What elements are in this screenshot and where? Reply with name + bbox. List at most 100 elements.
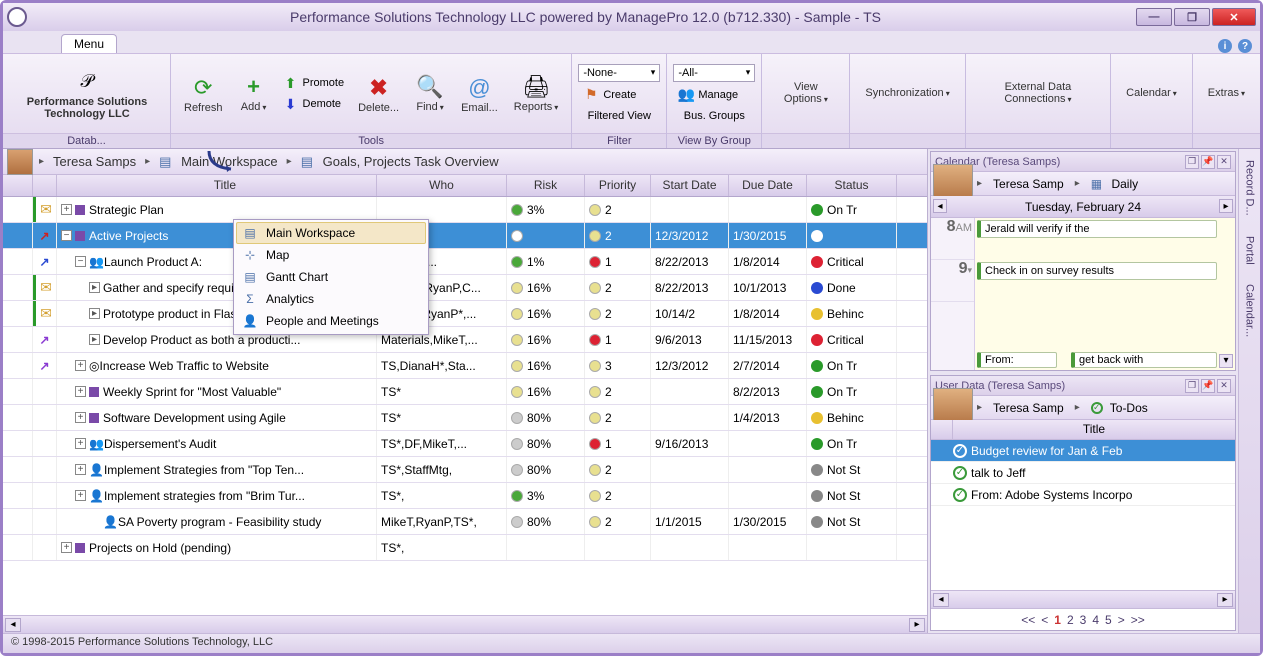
email-button[interactable]: @ Email... bbox=[454, 71, 505, 117]
help-icon[interactable]: ? bbox=[1238, 39, 1252, 53]
row-title[interactable]: +👤 Implement Strategies from "Top Ten... bbox=[57, 457, 377, 482]
row-title[interactable]: +Software Development using Agile bbox=[57, 405, 377, 430]
col-start-date[interactable]: Start Date bbox=[651, 175, 729, 196]
tree-toggle[interactable]: ▸ bbox=[89, 334, 100, 345]
tree-toggle[interactable]: + bbox=[75, 360, 86, 371]
grid-row[interactable]: 👤 SA Poverty program - Feasibility study… bbox=[3, 509, 927, 535]
pager-page-3[interactable]: 3 bbox=[1080, 613, 1087, 627]
todo-row[interactable]: ✓talk to Jeff bbox=[931, 462, 1235, 484]
side-tab-record[interactable]: Record D... bbox=[1241, 153, 1259, 223]
pager-prev[interactable]: < bbox=[1041, 613, 1048, 627]
grid-row[interactable]: ✉+Strategic Plan3%2On Tr bbox=[3, 197, 927, 223]
horizontal-scrollbar[interactable]: ◂ ▸ bbox=[3, 615, 927, 633]
panel-close-button[interactable]: ✕ bbox=[1217, 155, 1231, 169]
row-title[interactable]: +👤 Implement strategies from "Brim Tur..… bbox=[57, 483, 377, 508]
row-title[interactable]: +◎ Increase Web Traffic to Website bbox=[57, 353, 377, 378]
panel-close-button[interactable]: ✕ bbox=[1217, 379, 1231, 393]
tree-toggle[interactable]: + bbox=[75, 412, 86, 423]
row-title[interactable]: +Projects on Hold (pending) bbox=[57, 535, 377, 560]
tree-toggle[interactable]: + bbox=[75, 438, 86, 449]
scroll-right-button[interactable]: ▸ bbox=[909, 618, 925, 632]
close-button[interactable]: ✕ bbox=[1212, 8, 1256, 26]
grid-row[interactable]: +Projects on Hold (pending)TS*, bbox=[3, 535, 927, 561]
panel-pin-button[interactable]: 📌 bbox=[1201, 379, 1215, 393]
todo-row[interactable]: ✓Budget review for Jan & Feb bbox=[931, 440, 1235, 462]
calendar-prev-button[interactable]: ◂ bbox=[933, 199, 947, 213]
tree-toggle[interactable]: + bbox=[61, 204, 72, 215]
tree-toggle[interactable]: + bbox=[75, 464, 86, 475]
delete-button[interactable]: ✖ Delete... bbox=[351, 71, 406, 117]
ctx-item-analytics[interactable]: ΣAnalytics bbox=[236, 288, 426, 310]
breadcrumb-arrow-icon[interactable]: ▸ bbox=[37, 156, 46, 167]
calendar-event[interactable]: Check in on survey results bbox=[977, 262, 1217, 280]
tree-toggle[interactable]: − bbox=[75, 256, 86, 267]
row-title[interactable]: +Weekly Sprint for "Most Valuable" bbox=[57, 379, 377, 404]
todo-row[interactable]: ✓From: Adobe Systems Incorpo bbox=[931, 484, 1235, 506]
tree-toggle[interactable]: ▸ bbox=[89, 308, 100, 319]
tree-toggle[interactable]: + bbox=[61, 542, 72, 553]
grid-row[interactable]: +Weekly Sprint for "Most Valuable"TS*16%… bbox=[3, 379, 927, 405]
pager-last[interactable]: >> bbox=[1131, 613, 1145, 627]
find-button[interactable]: 🔍 Find▾ bbox=[408, 70, 452, 117]
filter-select[interactable]: -None-▾ bbox=[578, 64, 660, 82]
grid-row[interactable]: +👤 Implement strategies from "Brim Tur..… bbox=[3, 483, 927, 509]
pager-page-2[interactable]: 2 bbox=[1067, 613, 1074, 627]
grid-row[interactable]: ↗+◎ Increase Web Traffic to WebsiteTS,Di… bbox=[3, 353, 927, 379]
synchronization-button[interactable]: Synchronization▾ bbox=[856, 66, 958, 121]
col-who[interactable]: Who bbox=[377, 175, 507, 196]
demote-button[interactable]: ⬇Demote bbox=[278, 94, 350, 114]
calendar-bc-view[interactable]: ▦ Daily bbox=[1084, 176, 1145, 192]
calendar-event-stub[interactable]: From: bbox=[977, 352, 1057, 368]
group-select[interactable]: -All-▾ bbox=[673, 64, 755, 82]
view-options-button[interactable]: View Options▾ bbox=[768, 60, 843, 127]
grid-row[interactable]: +👥 Dispersement's AuditTS*,DF,MikeT,...8… bbox=[3, 431, 927, 457]
userdata-col-title[interactable]: Title bbox=[953, 420, 1235, 439]
reports-button[interactable]: 🖨 Reports▾ bbox=[507, 70, 566, 117]
panel-restore-button[interactable]: ❐ bbox=[1185, 379, 1199, 393]
calendar-event[interactable]: Jerald will verify if the bbox=[977, 220, 1217, 238]
col-title[interactable]: Title bbox=[57, 175, 377, 196]
promote-button[interactable]: ⬆Promote bbox=[278, 73, 350, 93]
info-icon[interactable]: i bbox=[1218, 39, 1232, 53]
menu-tab[interactable]: Menu bbox=[61, 34, 117, 53]
calendar-button[interactable]: Calendar▾ bbox=[1117, 66, 1186, 121]
grid-row[interactable]: ↗−👥 Launch Product A:MariaS*,...1%18/22/… bbox=[3, 249, 927, 275]
external-data-button[interactable]: External Data Connections▾ bbox=[972, 66, 1104, 121]
row-title[interactable]: 👤 SA Poverty program - Feasibility study bbox=[57, 509, 377, 534]
grid-row[interactable]: +👤 Implement Strategies from "Top Ten...… bbox=[3, 457, 927, 483]
col-risk[interactable]: Risk bbox=[507, 175, 585, 196]
pager-first[interactable]: << bbox=[1021, 613, 1035, 627]
breadcrumb-workspace[interactable]: ▤ Main Workspace bbox=[152, 153, 285, 171]
calendar-scroll-down-button[interactable]: ▾ bbox=[1219, 354, 1233, 368]
pager-next[interactable]: > bbox=[1118, 613, 1125, 627]
breadcrumb-arrow-icon[interactable]: ▸ bbox=[285, 156, 294, 167]
scroll-left-button[interactable]: ◂ bbox=[5, 618, 21, 632]
grid-body[interactable]: ▤Main Workspace ⊹Map ▤Gantt Chart ΣAnaly… bbox=[3, 197, 927, 615]
tree-toggle[interactable]: + bbox=[75, 490, 86, 501]
col-due-date[interactable]: Due Date bbox=[729, 175, 807, 196]
grid-row[interactable]: +Software Development using AgileTS*80%2… bbox=[3, 405, 927, 431]
manage-groups-button[interactable]: 👥Manage bbox=[673, 85, 743, 105]
pager-page-4[interactable]: 4 bbox=[1092, 613, 1099, 627]
minimize-button[interactable]: — bbox=[1136, 8, 1172, 26]
filter-create-button[interactable]: ⚑Create bbox=[578, 85, 641, 105]
side-tab-portal[interactable]: Portal bbox=[1241, 229, 1259, 272]
pager-page-1[interactable]: 1 bbox=[1054, 613, 1061, 627]
refresh-button[interactable]: ⟳ Refresh bbox=[177, 71, 230, 117]
ctx-item-map[interactable]: ⊹Map bbox=[236, 244, 426, 266]
user-data-grid-body[interactable]: ✓Budget review for Jan & Feb✓talk to Jef… bbox=[931, 440, 1235, 590]
calendar-next-button[interactable]: ▸ bbox=[1219, 199, 1233, 213]
breadcrumb-arrow-icon[interactable]: ▸ bbox=[143, 156, 152, 167]
panel-restore-button[interactable]: ❐ bbox=[1185, 155, 1199, 169]
breadcrumb-view[interactable]: ▤ Goals, Projects Task Overview bbox=[294, 153, 506, 171]
col-priority[interactable]: Priority bbox=[585, 175, 651, 196]
pager-page-5[interactable]: 5 bbox=[1105, 613, 1112, 627]
ctx-item-gantt-chart[interactable]: ▤Gantt Chart bbox=[236, 266, 426, 288]
tree-toggle[interactable]: + bbox=[75, 386, 86, 397]
extras-button[interactable]: Extras▾ bbox=[1199, 66, 1254, 121]
userdata-bc-user[interactable]: Teresa Samp bbox=[986, 400, 1071, 416]
grid-row[interactable]: ✉▸Gather and specify requirementsDianaH,… bbox=[3, 275, 927, 301]
panel-pin-button[interactable]: 📌 bbox=[1201, 155, 1215, 169]
maximize-button[interactable]: ❐ bbox=[1174, 8, 1210, 26]
ctx-item-main-workspace[interactable]: ▤Main Workspace bbox=[236, 222, 426, 244]
